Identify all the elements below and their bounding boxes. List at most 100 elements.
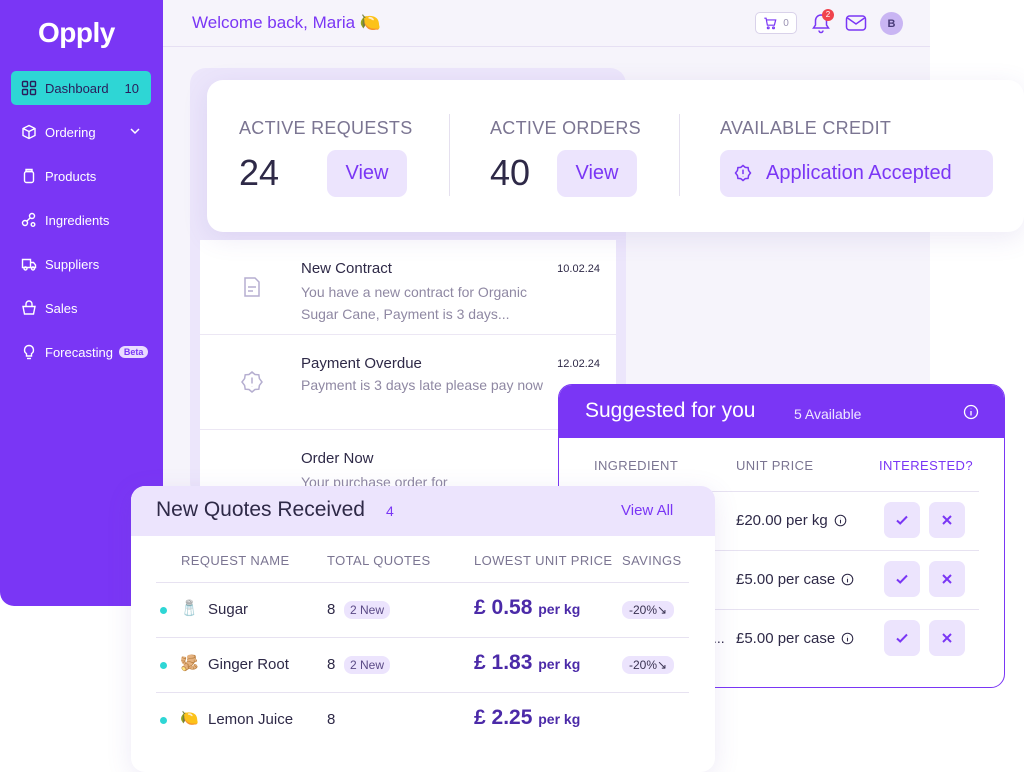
info-icon[interactable]: [963, 404, 979, 420]
molecule-icon: [21, 212, 37, 228]
reject-button[interactable]: [929, 620, 965, 656]
status-dot: [160, 607, 167, 614]
basket-icon: [21, 300, 37, 316]
check-icon: [896, 515, 908, 525]
column-header-total-quotes: TOTAL QUOTES: [327, 553, 431, 568]
activity-title: New Contract: [301, 260, 392, 277]
sidebar-item-ingredients[interactable]: Ingredients: [11, 203, 151, 237]
credit-status-label: Application Accepted: [766, 162, 952, 184]
sidebar-item-label: Sales: [45, 300, 78, 316]
table-row[interactable]: 🫚 Ginger Root 8 2 New £ 1.83 per kg -20%…: [131, 638, 715, 692]
lowest-unit-price: £ 1.83 per kg: [474, 651, 580, 675]
status-dot: [160, 662, 167, 669]
accept-button[interactable]: [884, 561, 920, 597]
lemon-icon: 🍋: [180, 710, 199, 727]
close-icon: [942, 574, 952, 584]
sidebar-item-sales[interactable]: Sales: [11, 291, 151, 325]
unit-price-value: £5.00 per case: [736, 571, 836, 588]
info-icon[interactable]: [834, 514, 847, 527]
notification-badge: 2: [822, 9, 834, 21]
mail-icon[interactable]: [845, 13, 867, 33]
view-requests-button[interactable]: View: [327, 150, 407, 197]
sidebar-item-label: Ordering: [45, 124, 96, 140]
list-item[interactable]: New Contract 10.02.24 You have a new con…: [200, 240, 616, 335]
cart-icon: [764, 17, 777, 30]
activity-body: You have a new contract for Organic Suga…: [301, 284, 527, 322]
info-icon[interactable]: [841, 632, 854, 645]
savings-badge: -20%↘: [622, 656, 675, 674]
sidebar-item-forecasting[interactable]: Forecasting Beta: [11, 335, 151, 369]
beta-badge: Beta: [118, 346, 149, 358]
total-quotes: 8: [327, 656, 336, 673]
sidebar-item-label: Ingredients: [45, 212, 110, 228]
table-row[interactable]: 🧂 Sugar 8 2 New £ 0.58 per kg -20%↘: [131, 583, 715, 637]
unit-price-value: £5.00 per case: [736, 630, 836, 647]
total-quotes: 8: [327, 711, 336, 728]
sidebar-item-label: Forecasting: [45, 344, 113, 360]
column-header-lowest-unit-price: LOWEST UNIT PRICE: [474, 553, 613, 568]
check-icon: [896, 574, 908, 584]
stats-card: ACTIVE REQUESTS 24 View ACTIVE ORDERS 40…: [207, 80, 1024, 232]
ginger-icon: 🫚: [180, 655, 199, 672]
view-orders-button[interactable]: View: [557, 150, 637, 197]
cart-button[interactable]: 0: [755, 12, 797, 34]
sidebar-item-suppliers[interactable]: Suppliers: [11, 247, 151, 281]
document-icon: [244, 277, 260, 297]
close-icon: [942, 515, 952, 525]
column-header-ingredient: INGREDIENT: [594, 458, 679, 473]
dashboard-count: 10: [124, 80, 139, 96]
chevron-down-icon[interactable]: [129, 125, 141, 137]
new-badge: 2 New: [344, 656, 391, 674]
reject-button[interactable]: [929, 502, 965, 538]
accept-button[interactable]: [884, 502, 920, 538]
truck-icon: [21, 256, 37, 272]
sidebar-item-dashboard[interactable]: Dashboard 10: [11, 71, 151, 105]
accept-button[interactable]: [884, 620, 920, 656]
active-requests-value: 24: [239, 152, 280, 193]
alert-icon: [734, 164, 752, 182]
active-orders-value: 40: [490, 152, 531, 193]
sidebar-item-products[interactable]: Products: [11, 159, 151, 193]
column-header-savings: SAVINGS: [622, 553, 682, 568]
request-name: Sugar: [208, 601, 249, 618]
welcome-message: Welcome back, Maria 🍋: [192, 13, 382, 32]
activity-body: Payment is 3 days late please pay now: [301, 377, 544, 393]
request-name: Lemon Juice: [208, 711, 294, 728]
app-logo[interactable]: Opply: [38, 17, 115, 49]
jar-icon: [21, 168, 37, 184]
lowest-unit-price: £ 0.58 per kg: [474, 596, 580, 620]
sidebar-item-ordering[interactable]: Ordering: [11, 115, 151, 149]
activity-title: Payment Overdue: [301, 355, 422, 372]
total-quotes: 8: [327, 601, 336, 618]
suggested-count: 5 Available: [794, 406, 862, 422]
lowest-unit-price: £ 2.25 per kg: [474, 706, 580, 730]
price-unit: per kg: [538, 601, 581, 617]
column-header-unit-price: UNIT PRICE: [736, 458, 814, 473]
reject-button[interactable]: [929, 561, 965, 597]
savings-badge: -20%↘: [622, 601, 675, 619]
column-header-interested: INTERESTED?: [879, 458, 973, 473]
alert-icon: [241, 371, 263, 393]
view-all-link[interactable]: View All: [621, 502, 673, 519]
price-value: £ 2.25: [474, 706, 533, 729]
list-item[interactable]: Payment Overdue 12.02.24 Payment is 3 da…: [200, 335, 616, 430]
price-unit: per kg: [538, 656, 581, 672]
cart-count: 0: [783, 17, 789, 29]
sidebar-item-label: Products: [45, 168, 97, 184]
info-icon[interactable]: [841, 573, 854, 586]
divider: [449, 114, 450, 196]
price-value: £ 1.83: [474, 651, 533, 674]
avatar[interactable]: B: [880, 12, 903, 35]
activity-list: New Contract 10.02.24 You have a new con…: [200, 240, 616, 500]
credit-status-button[interactable]: Application Accepted: [720, 150, 993, 197]
sugar-icon: 🧂: [180, 600, 199, 617]
table-row[interactable]: 🍋 Lemon Juice 8 £ 2.25 per kg: [131, 693, 715, 747]
check-icon: [896, 633, 908, 643]
quotes-card: New Quotes Received 4 View All REQUEST N…: [131, 486, 715, 772]
sidebar-item-label: Dashboard: [45, 80, 109, 96]
column-header-request-name: REQUEST NAME: [181, 553, 290, 568]
unit-price: £5.00 per case: [736, 571, 854, 588]
quotes-title: New Quotes Received: [156, 498, 365, 521]
quotes-count: 4: [386, 503, 394, 519]
close-icon: [942, 633, 952, 643]
